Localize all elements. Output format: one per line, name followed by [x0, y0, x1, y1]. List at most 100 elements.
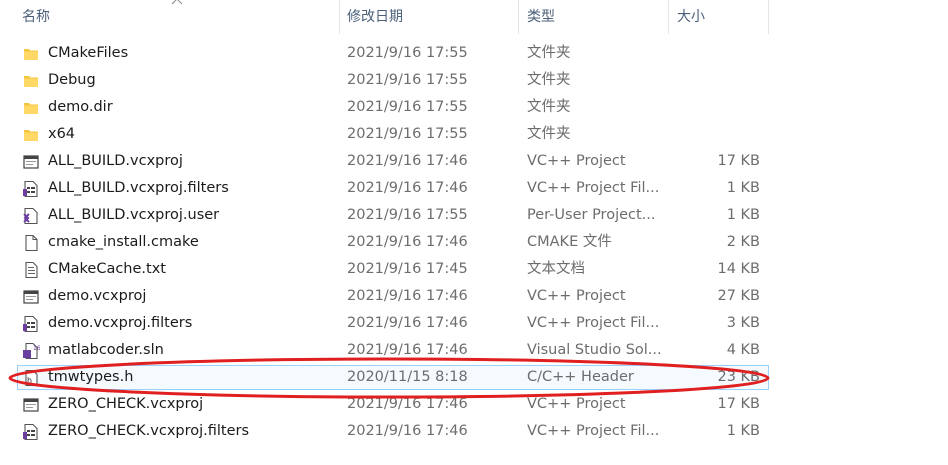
filters-icon [22, 180, 40, 198]
file-date-modified: 2021/9/16 17:55 [347, 45, 468, 61]
file-size: 14 KB [717, 261, 760, 277]
file-name[interactable]: demo.vcxproj.filters [48, 310, 328, 337]
file-date-modified: 2021/9/16 17:45 [347, 261, 468, 277]
file-row[interactable]: ZERO_CHECK.vcxproj.filters 2021/9/16 17:4… [0, 418, 948, 445]
file-size: 1 KB [726, 180, 760, 196]
column-header-name[interactable]: 名称 [16, 0, 339, 34]
file-row[interactable]: ALL_BUILD.vcxproj.filters 2021/9/16 17:46… [0, 175, 948, 202]
file-name[interactable]: ZERO_CHECK.vcxproj.filters [48, 418, 328, 445]
file-type: VC++ Project [527, 153, 626, 169]
file-row[interactable]: Debug 2021/9/16 17:55 文件夹 [0, 67, 948, 94]
file-type: Per-User Project... [527, 207, 656, 223]
file-name[interactable]: ZERO_CHECK.vcxproj [48, 391, 328, 418]
file-date-modified: 2021/9/16 17:46 [347, 153, 468, 169]
file-type: 文件夹 [527, 72, 571, 88]
file-type: CMAKE 文件 [527, 234, 612, 250]
file-row[interactable]: demo.vcxproj.filters 2021/9/16 17:46 VC++ … [0, 310, 948, 337]
file-size: 4 KB [726, 342, 760, 358]
vcxproj-icon [22, 288, 40, 306]
file-date-modified: 2021/9/16 17:46 [347, 234, 468, 250]
file-type: 文本文档 [527, 261, 585, 277]
svg-text:h: h [27, 376, 32, 385]
file-type: 文件夹 [527, 99, 571, 115]
file-size: 2 KB [726, 234, 760, 250]
file-size: 3 KB [726, 315, 760, 331]
user-project-icon [22, 207, 40, 225]
file-size [668, 94, 760, 121]
file-date-modified: 2021/9/16 17:55 [347, 126, 468, 142]
file-date-modified: 2021/9/16 17:46 [347, 342, 468, 358]
file-date-modified: 2021/9/16 17:46 [347, 396, 468, 412]
solution-icon: 16 [22, 342, 41, 360]
file-size [668, 121, 760, 148]
file-size: 1 KB [726, 207, 760, 223]
file-type: 文件夹 [527, 126, 571, 142]
file-date-modified: 2021/9/16 17:55 [347, 99, 468, 115]
file-size: 1 KB [726, 423, 760, 439]
file-type: VC++ Project Fil... [527, 180, 660, 196]
blank-file-icon [22, 234, 40, 252]
file-size: 23 KB [717, 369, 760, 385]
file-date-modified: 2021/9/16 17:46 [347, 315, 468, 331]
file-type: Visual Studio Sol... [527, 342, 662, 358]
file-row[interactable]: CMakeCache.txt 2021/9/16 17:45 文本文档 14 KB [0, 256, 948, 283]
header-file-icon: h [22, 369, 40, 387]
file-type: 文件夹 [527, 45, 571, 61]
file-row[interactable]: 16 matlabcoder.sln 2021/9/16 17:46 Visual S… [0, 337, 948, 364]
file-size: 17 KB [717, 153, 760, 169]
file-type: C/C++ Header [527, 369, 634, 385]
svg-text:16: 16 [33, 345, 40, 352]
file-type: VC++ Project Fil... [527, 423, 660, 439]
file-size [668, 67, 760, 94]
file-name[interactable]: matlabcoder.sln [48, 337, 328, 364]
file-row[interactable]: x64 2021/9/16 17:55 文件夹 [0, 121, 948, 148]
file-row[interactable]: demo.dir 2021/9/16 17:55 文件夹 [0, 94, 948, 121]
file-name[interactable]: demo.dir [48, 94, 328, 121]
file-row[interactable]: ALL_BUILD.vcxproj.user 2021/9/16 17:55 Per… [0, 202, 948, 229]
file-name[interactable]: ALL_BUILD.vcxproj [48, 148, 328, 175]
column-header-size[interactable]: 大小 [671, 0, 768, 34]
file-row[interactable]: h tmwtypes.h 2020/11/15 8:18 C/C++ Header 23… [0, 364, 948, 391]
filters-icon [22, 315, 40, 333]
column-header-type[interactable]: 类型 [521, 0, 668, 34]
column-header-date[interactable]: 修改日期 [341, 0, 518, 34]
folder-icon [22, 99, 40, 117]
folder-icon [22, 45, 40, 63]
file-row[interactable]: demo.vcxproj 2021/9/16 17:46 VC++ Project 2… [0, 283, 948, 310]
file-size: 27 KB [717, 288, 760, 304]
folder-icon [22, 126, 40, 144]
column-divider[interactable] [768, 0, 769, 34]
vcxproj-icon [22, 396, 40, 414]
file-date-modified: 2021/9/16 17:55 [347, 72, 468, 88]
file-size [668, 40, 760, 67]
file-row[interactable]: ALL_BUILD.vcxproj 2021/9/16 17:46 VC++ Pro… [0, 148, 948, 175]
file-row[interactable]: cmake_install.cmake 2021/9/16 17:46 CMAKE … [0, 229, 948, 256]
file-name[interactable]: CMakeCache.txt [48, 256, 328, 283]
text-file-icon [22, 261, 40, 279]
file-name[interactable]: ALL_BUILD.vcxproj.filters [48, 175, 328, 202]
file-date-modified: 2020/11/15 8:18 [347, 369, 468, 385]
file-name[interactable]: x64 [48, 121, 328, 148]
column-divider[interactable] [339, 0, 340, 34]
file-row[interactable]: ZERO_CHECK.vcxproj 2021/9/16 17:46 VC++ Pr… [0, 391, 948, 418]
file-row[interactable]: CMakeFiles 2021/9/16 17:55 文件夹 [0, 40, 948, 67]
file-name[interactable]: cmake_install.cmake [48, 229, 328, 256]
file-name[interactable]: tmwtypes.h [48, 364, 328, 391]
file-name[interactable]: CMakeFiles [48, 40, 328, 67]
file-name[interactable]: Debug [48, 67, 328, 94]
file-type: VC++ Project [527, 288, 626, 304]
file-name[interactable]: ALL_BUILD.vcxproj.user [48, 202, 328, 229]
file-date-modified: 2021/9/16 17:46 [347, 423, 468, 439]
column-header-bar: 名称 修改日期 类型 大小 [0, 0, 948, 36]
file-size: 17 KB [717, 396, 760, 412]
vcxproj-icon [22, 153, 40, 171]
filters-icon [22, 423, 40, 441]
folder-icon [22, 72, 40, 90]
file-name[interactable]: demo.vcxproj [48, 283, 328, 310]
column-divider[interactable] [518, 0, 519, 34]
file-date-modified: 2021/9/16 17:55 [347, 207, 468, 223]
file-date-modified: 2021/9/16 17:46 [347, 180, 468, 196]
column-divider[interactable] [668, 0, 669, 34]
file-type: VC++ Project [527, 396, 626, 412]
file-date-modified: 2021/9/16 17:46 [347, 288, 468, 304]
